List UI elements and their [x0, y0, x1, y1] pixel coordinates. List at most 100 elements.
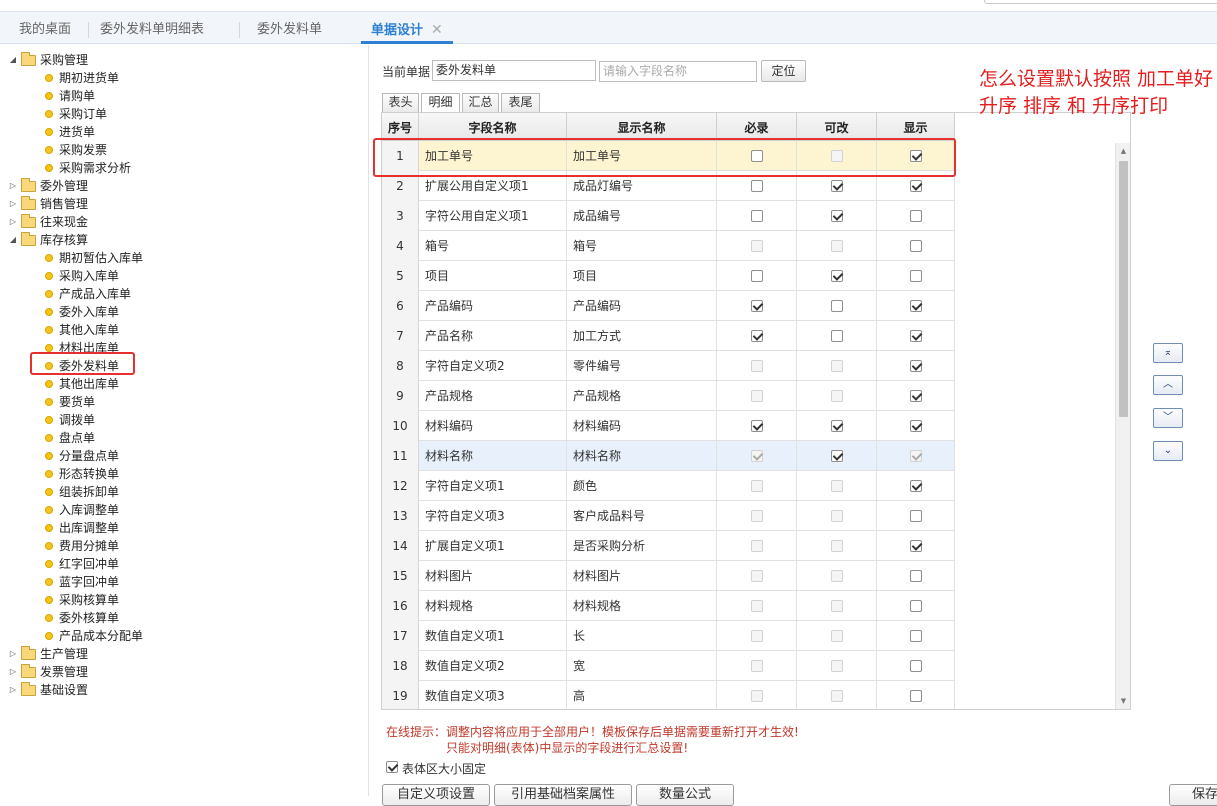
- scroll-thumb[interactable]: [1119, 161, 1128, 417]
- display-name-cell[interactable]: 产品编码: [567, 291, 717, 321]
- tree-item[interactable]: 采购订单: [0, 105, 360, 123]
- current-doc-field[interactable]: 委外发料单: [432, 60, 596, 81]
- table-row[interactable]: 7 产品名称 加工方式: [382, 321, 955, 351]
- display-name-cell[interactable]: 长: [567, 621, 717, 651]
- table-row[interactable]: 14 扩展自定义项1 是否采购分析: [382, 531, 955, 561]
- tree-item[interactable]: 入库调整单: [0, 501, 360, 519]
- tree-item[interactable]: 分量盘点单: [0, 447, 360, 465]
- scroll-down-icon[interactable]: ▼: [1116, 693, 1130, 709]
- editable-checkbox[interactable]: [831, 420, 843, 432]
- tree-item[interactable]: 委外核算单: [0, 609, 360, 627]
- tree-item[interactable]: 期初进货单: [0, 69, 360, 87]
- table-row[interactable]: 16 材料规格 材料规格: [382, 591, 955, 621]
- editable-checkbox[interactable]: [831, 300, 843, 312]
- editable-checkbox[interactable]: [831, 450, 843, 462]
- visible-checkbox[interactable]: [910, 510, 922, 522]
- tab-outsourcing-issue[interactable]: 委外发料单: [257, 12, 322, 44]
- field-name-cell[interactable]: 材料图片: [419, 561, 567, 591]
- table-row[interactable]: 19 数值自定义项3 高: [382, 681, 955, 709]
- visible-checkbox[interactable]: [910, 480, 922, 492]
- display-name-cell[interactable]: 材料图片: [567, 561, 717, 591]
- tree-item[interactable]: 形态转换单: [0, 465, 360, 483]
- tab-outsourcing-detail-report[interactable]: 委外发料单明细表: [100, 12, 204, 44]
- field-name-cell[interactable]: 箱号: [419, 231, 567, 261]
- visible-checkbox[interactable]: [910, 660, 922, 672]
- editable-checkbox[interactable]: [831, 210, 843, 222]
- subtab-summary[interactable]: 汇总: [462, 93, 499, 112]
- visible-checkbox[interactable]: [910, 360, 922, 372]
- visible-checkbox[interactable]: [910, 690, 922, 702]
- subtab-footer[interactable]: 表尾: [501, 93, 540, 112]
- visible-checkbox[interactable]: [910, 210, 922, 222]
- tree-group[interactable]: ▷ 委外管理: [0, 177, 360, 195]
- expand-triangle-icon[interactable]: ▷: [8, 177, 18, 195]
- visible-checkbox[interactable]: [910, 570, 922, 582]
- display-name-cell[interactable]: 材料规格: [567, 591, 717, 621]
- tree-group[interactable]: ▷ 发票管理: [0, 663, 360, 681]
- display-name-cell[interactable]: 产品规格: [567, 381, 717, 411]
- grid-scrollbar[interactable]: ▲ ▼: [1115, 143, 1130, 709]
- tree-item[interactable]: 采购需求分析: [0, 159, 360, 177]
- tree-item[interactable]: 请购单: [0, 87, 360, 105]
- table-row[interactable]: 5 项目 项目: [382, 261, 955, 291]
- top-search-edge[interactable]: [984, 0, 1217, 4]
- visible-checkbox[interactable]: [910, 390, 922, 402]
- table-row[interactable]: 18 数值自定义项2 宽: [382, 651, 955, 681]
- move-up-button[interactable]: ︿: [1153, 375, 1183, 395]
- visible-checkbox[interactable]: [910, 600, 922, 612]
- tree-item[interactable]: 出库调整单: [0, 519, 360, 537]
- visible-checkbox[interactable]: [910, 330, 922, 342]
- table-row[interactable]: 10 材料编码 材料编码: [382, 411, 955, 441]
- display-name-cell[interactable]: 项目: [567, 261, 717, 291]
- table-row[interactable]: 8 字符自定义项2 零件编号: [382, 351, 955, 381]
- tree-group[interactable]: ▷ 基础设置: [0, 681, 360, 699]
- display-name-cell[interactable]: 宽: [567, 651, 717, 681]
- required-checkbox[interactable]: [751, 420, 763, 432]
- display-name-cell[interactable]: 材料编码: [567, 411, 717, 441]
- visible-checkbox[interactable]: [910, 630, 922, 642]
- field-name-cell[interactable]: 材料编码: [419, 411, 567, 441]
- tree-item[interactable]: 费用分摊单: [0, 537, 360, 555]
- table-row[interactable]: 13 字符自定义项3 客户成品料号: [382, 501, 955, 531]
- table-row[interactable]: 9 产品规格 产品规格: [382, 381, 955, 411]
- visible-checkbox[interactable]: [910, 540, 922, 552]
- required-checkbox[interactable]: [751, 210, 763, 222]
- editable-checkbox[interactable]: [831, 270, 843, 282]
- tree-item[interactable]: 其他出库单: [0, 375, 360, 393]
- field-name-cell[interactable]: 产品名称: [419, 321, 567, 351]
- subtab-header[interactable]: 表头: [382, 93, 419, 112]
- display-name-cell[interactable]: 是否采购分析: [567, 531, 717, 561]
- field-name-cell[interactable]: 字符自定义项3: [419, 501, 567, 531]
- field-name-cell[interactable]: 数值自定义项3: [419, 681, 567, 709]
- custom-fields-button[interactable]: 自定义项设置: [382, 784, 490, 806]
- required-checkbox[interactable]: [751, 300, 763, 312]
- table-row[interactable]: 15 材料图片 材料图片: [382, 561, 955, 591]
- tree-item[interactable]: 盘点单: [0, 429, 360, 447]
- tree-item[interactable]: 组装拆卸单: [0, 483, 360, 501]
- table-row[interactable]: 3 字符公用自定义项1 成品编号: [382, 201, 955, 231]
- save-button[interactable]: 保存: [1169, 784, 1217, 806]
- field-search-input[interactable]: 请输入字段名称: [599, 61, 757, 82]
- expand-triangle-icon[interactable]: ▷: [8, 645, 18, 663]
- subtab-detail[interactable]: 明细: [421, 93, 460, 113]
- field-name-cell[interactable]: 项目: [419, 261, 567, 291]
- locate-button[interactable]: 定位: [761, 60, 806, 82]
- tree-item[interactable]: 产成品入库单: [0, 285, 360, 303]
- tree-group[interactable]: ▷ 销售管理: [0, 195, 360, 213]
- tree-item[interactable]: 蓝字回冲单: [0, 573, 360, 591]
- visible-checkbox[interactable]: [910, 300, 922, 312]
- tree-item[interactable]: 进货单: [0, 123, 360, 141]
- tree-item[interactable]: 产品成本分配单: [0, 627, 360, 645]
- close-icon[interactable]: ✕: [431, 22, 443, 38]
- display-name-cell[interactable]: 颜色: [567, 471, 717, 501]
- tree-item[interactable]: 红字回冲单: [0, 555, 360, 573]
- table-row[interactable]: 4 箱号 箱号: [382, 231, 955, 261]
- table-row[interactable]: 17 数值自定义项1 长: [382, 621, 955, 651]
- field-name-cell[interactable]: 产品规格: [419, 381, 567, 411]
- display-name-cell[interactable]: 材料名称: [567, 441, 717, 471]
- field-name-cell[interactable]: 材料规格: [419, 591, 567, 621]
- collapse-triangle-icon[interactable]: ◢: [8, 231, 18, 249]
- tab-document-design[interactable]: 单据设计 ✕: [361, 12, 453, 44]
- expand-triangle-icon[interactable]: ▷: [8, 213, 18, 231]
- ref-archive-attr-button[interactable]: 引用基础档案属性: [494, 784, 632, 806]
